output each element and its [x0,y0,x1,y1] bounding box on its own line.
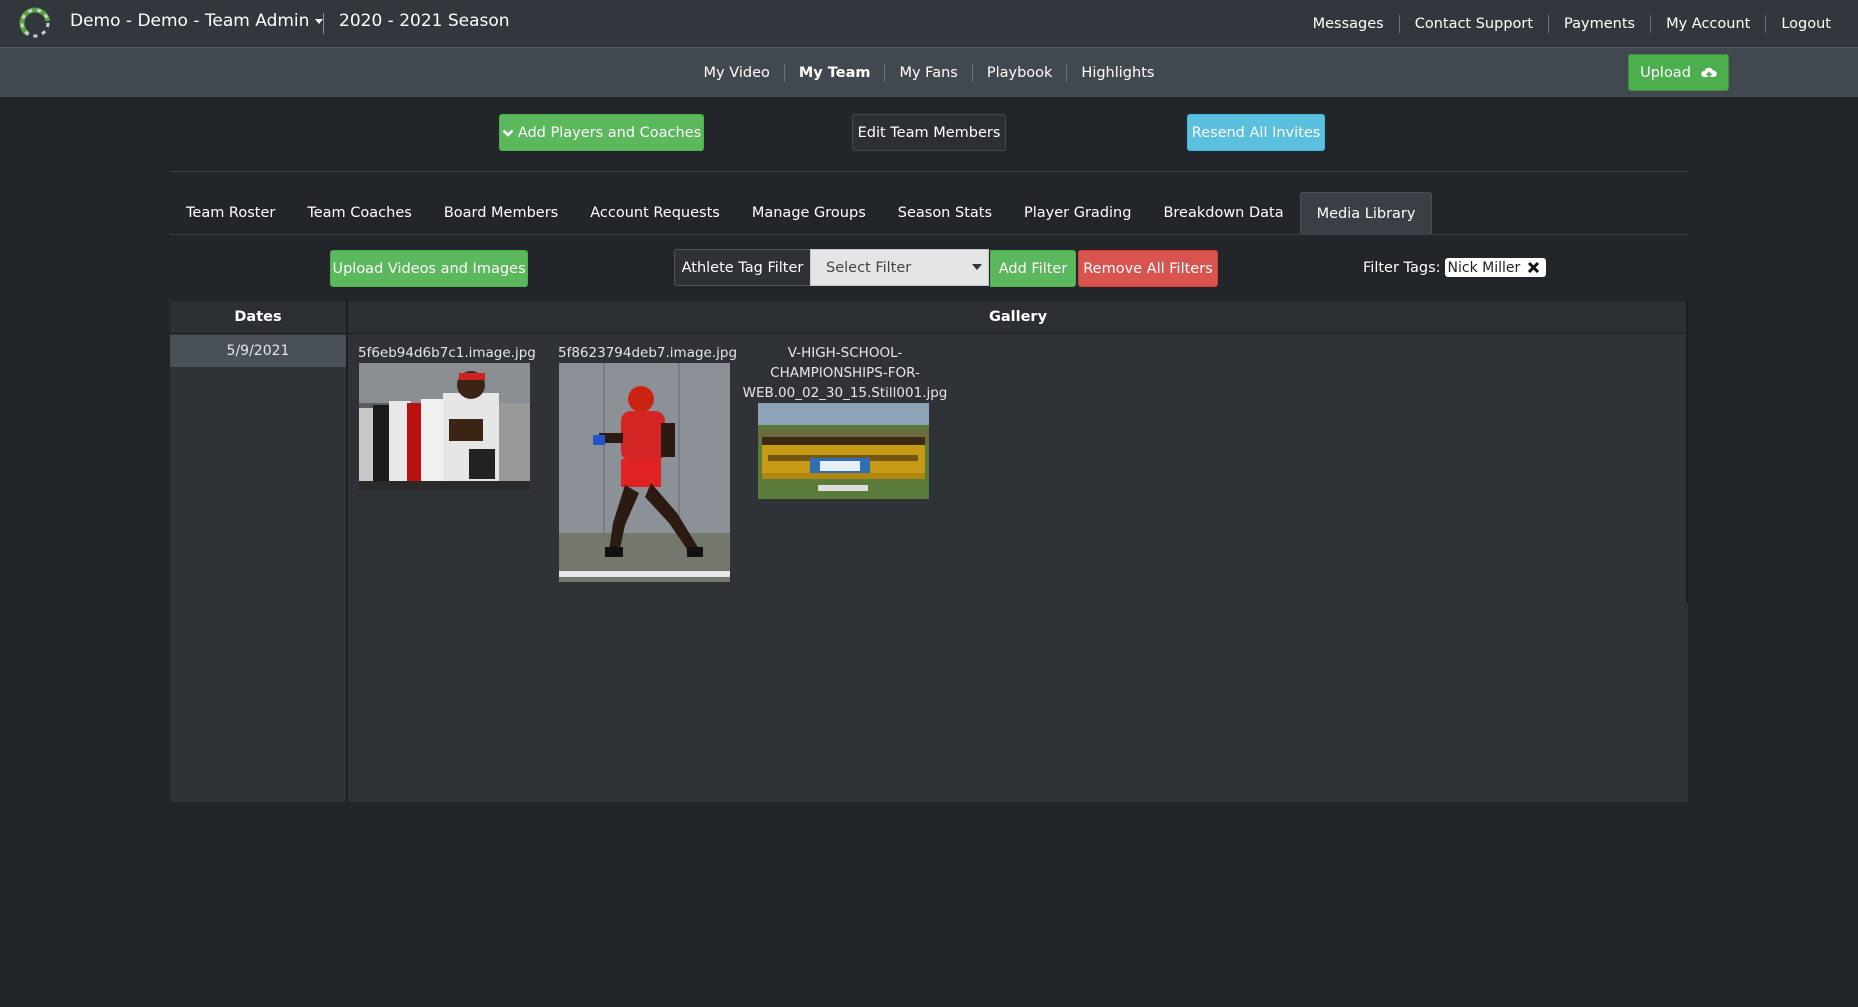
tab-media-library[interactable]: Media Library [1299,192,1433,234]
upload-label: Upload [1640,64,1691,81]
top-bar: Demo - Demo - Team Admin 2020 - 2021 Sea… [0,0,1858,47]
nav-my-fans[interactable]: My Fans [884,63,971,82]
nav-playbook[interactable]: Playbook [971,63,1067,82]
athlete-tag-filter-label: Athlete Tag Filter [674,249,810,286]
filter-select-value: Select Filter [826,259,912,276]
logout-link[interactable]: Logout [1765,14,1858,33]
resend-invites-label: Resend All Invites [1191,124,1321,141]
contact-support-link[interactable]: Contact Support [1398,14,1548,33]
gallery-item-name-line: CHAMPIONSHIPS-FOR- [770,365,920,381]
tab-manage-groups[interactable]: Manage Groups [736,192,882,234]
media-library: Dates Gallery 5/9/2021 5f6eb94d6b7c1.ima… [170,301,1688,802]
top-links: Messages Contact Support Payments My Acc… [1298,0,1858,47]
sub-nav: My Video My Team My Fans Playbook Highli… [0,47,1858,97]
nav-my-video[interactable]: My Video [690,64,784,82]
gallery-item[interactable]: 5f8623794deb7.image.jpg [558,343,738,582]
upload-media-label: Upload Videos and Images [332,260,526,277]
dates-header: Dates [170,301,346,334]
filter-tags: Filter Tags: Nick Miller [1363,258,1547,277]
gallery-item-name: 5f6eb94d6b7c1.image.jpg [358,345,536,361]
filter-select[interactable]: Select Filter [810,249,989,286]
remove-all-filters-button[interactable]: Remove All Filters [1078,250,1218,287]
messages-link[interactable]: Messages [1298,15,1399,33]
filter-tag-label: Nick Miller [1447,259,1521,276]
tab-board-members[interactable]: Board Members [428,192,574,234]
column-divider [346,301,348,802]
my-account-link[interactable]: My Account [1650,14,1765,33]
filter-tag-chip: Nick Miller [1444,258,1547,277]
team-name-label: Demo - Demo - Team Admin [70,11,310,31]
gallery-item-name: 5f8623794deb7.image.jpg [558,345,738,361]
team-championship-photo[interactable] [758,403,929,499]
resend-all-invites-button[interactable]: Resend All Invites [1187,114,1325,151]
team-selector[interactable]: Demo - Demo - Team Admin [70,11,324,31]
divider [170,171,1688,172]
tab-player-grading[interactable]: Player Grading [1008,192,1147,234]
tab-breakdown-data[interactable]: Breakdown Data [1147,192,1299,234]
upload-button[interactable]: Upload [1628,54,1729,91]
team-tabs: Team Roster Team Coaches Board Members A… [170,192,1688,235]
upload-videos-images-button[interactable]: Upload Videos and Images [330,250,528,287]
divider [323,13,324,34]
edit-team-members-button[interactable]: Edit Team Members [852,114,1006,151]
tab-season-stats[interactable]: Season Stats [882,192,1008,234]
add-players-coaches-button[interactable]: Add Players and Coaches [499,114,704,151]
column-divider [1686,301,1688,603]
gallery-item-name-line: WEB.00_02_30_15.Still001.jpg [742,385,948,401]
gallery-item-name-line: V-HIGH-SCHOOL- [787,345,903,361]
season-label: 2020 - 2021 Season [339,11,510,31]
edit-members-label: Edit Team Members [857,124,1001,141]
gallery-item[interactable]: V-HIGH-SCHOOL- CHAMPIONSHIPS-FOR- WEB.00… [740,343,950,499]
add-players-label: Add Players and Coaches [517,124,702,141]
add-filter-button[interactable]: Add Filter [990,250,1076,287]
gallery-header: Gallery [348,301,1688,334]
nav-my-team[interactable]: My Team [783,63,885,82]
remove-all-label: Remove All Filters [1083,260,1213,277]
tab-account-requests[interactable]: Account Requests [574,192,736,234]
filter-tags-label: Filter Tags: [1363,259,1441,276]
date-item[interactable]: 5/9/2021 [170,335,346,367]
player-running-photo[interactable] [558,363,730,582]
add-filter-label: Add Filter [998,260,1068,277]
nav-highlights[interactable]: Highlights [1066,63,1168,82]
chevron-down-icon [502,129,514,137]
select-caret-icon [972,264,982,270]
cloud-upload-icon [1701,67,1717,79]
payments-link[interactable]: Payments [1548,14,1650,33]
remove-tag-icon[interactable] [1526,260,1541,275]
gallery-item[interactable]: 5f6eb94d6b7c1.image.jpg [358,343,536,490]
app-logo-icon[interactable] [18,6,52,40]
team-anthem-photo[interactable] [358,363,530,490]
tab-team-roster[interactable]: Team Roster [170,192,291,234]
tab-team-coaches[interactable]: Team Coaches [291,192,427,234]
